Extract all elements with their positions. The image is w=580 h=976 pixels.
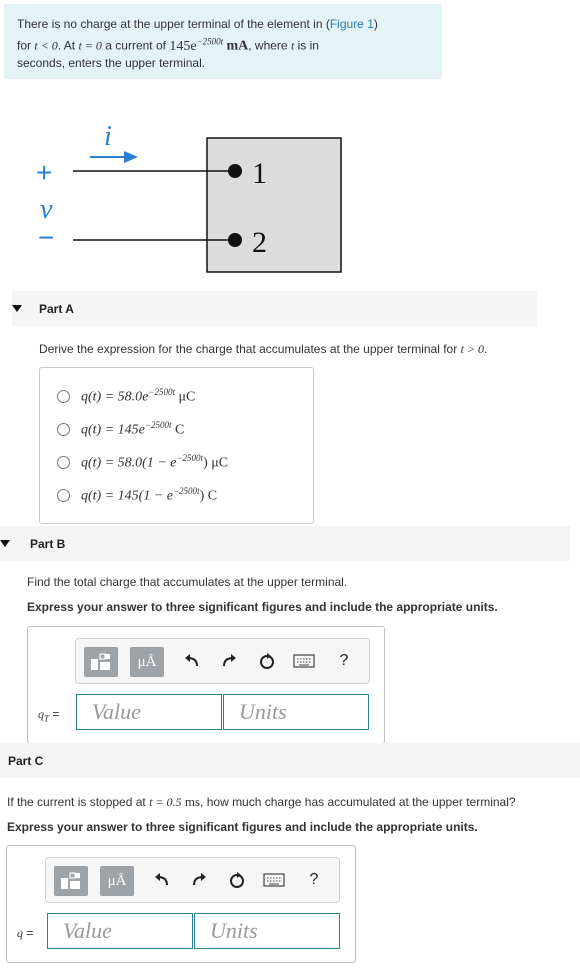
terminal-1-dot [228, 164, 242, 178]
problem-text: , where [248, 38, 288, 53]
units-input[interactable]: Units [223, 694, 369, 730]
part-c-prompt: If the current is stopped at t = 0.5 ms,… [7, 794, 516, 809]
reset-icon[interactable] [255, 649, 279, 673]
part-b-toolbar: μÅ ? [75, 638, 370, 684]
reset-icon[interactable] [225, 868, 249, 892]
part-a-choices: q(t) = 58.0e−2500t μC q(t) = 145e−2500t … [39, 367, 314, 524]
radio-button[interactable] [57, 389, 70, 403]
keyboard-icon[interactable] [262, 868, 286, 892]
part-b-header[interactable]: Part B [0, 526, 570, 561]
current-label: i [104, 121, 112, 152]
part-a-title: Part A [39, 301, 74, 316]
choice-4[interactable]: q(t) = 145(1 − e−2500t) C [57, 486, 217, 505]
help-icon[interactable]: ? [332, 649, 356, 673]
units-input[interactable]: Units [194, 913, 340, 949]
plus-sign: + [36, 157, 52, 188]
part-c-toolbar: μÅ ? [45, 857, 340, 903]
keyboard-icon[interactable] [292, 649, 316, 673]
problem-text: seconds, enters the upper terminal. [17, 55, 206, 70]
choice-2[interactable]: q(t) = 145e−2500t C [57, 420, 184, 439]
part-b-prompt: Find the total charge that accumulates a… [27, 575, 348, 589]
radio-button[interactable] [57, 488, 70, 502]
part-b-title: Part B [30, 536, 66, 551]
problem-text: There is no charge at the upper terminal… [17, 17, 330, 31]
figure-link[interactable]: Figure 1 [330, 17, 374, 31]
terminal-2-label: 2 [252, 226, 267, 259]
choice-3-label: q(t) = 58.0(1 − e−2500t) μC [81, 453, 229, 471]
templates-icon [91, 653, 110, 670]
templates-button[interactable] [84, 647, 118, 677]
part-c-header[interactable]: Part C [0, 743, 580, 778]
current-expression: 145e−2500t [169, 36, 224, 54]
choice-4-label: q(t) = 145(1 − e−2500t) C [81, 486, 218, 504]
problem-statement: There is no charge at the upper terminal… [4, 4, 442, 79]
choice-1[interactable]: q(t) = 58.0e−2500t μC [57, 387, 195, 406]
units-button[interactable]: μÅ [130, 647, 164, 677]
undo-icon[interactable] [150, 868, 174, 892]
time-variable: t [290, 38, 295, 53]
templates-icon [61, 872, 80, 889]
caret-down-icon[interactable] [0, 540, 10, 547]
part-a-header[interactable]: Part A [12, 291, 537, 326]
problem-text: ) [373, 17, 378, 31]
condition-math: t = 0 [78, 38, 102, 53]
part-a-prompt: Derive the expression for the charge tha… [39, 342, 488, 356]
problem-text: is in [297, 38, 319, 53]
terminal-2-dot [228, 233, 242, 247]
current-unit: mA [226, 38, 249, 54]
value-input[interactable]: Value [76, 694, 222, 730]
condition-math: t < 0 [34, 38, 58, 53]
choice-2-label: q(t) = 145e−2500t C [81, 420, 185, 438]
part-c-answer-box: μÅ ? q = Value Units [6, 845, 356, 963]
voltage-label: v [40, 194, 53, 225]
current-arrowhead [124, 151, 138, 163]
units-button[interactable]: μÅ [100, 866, 134, 896]
problem-text: a current of [105, 38, 166, 53]
redo-icon[interactable] [217, 649, 241, 673]
help-icon[interactable]: ? [302, 868, 326, 892]
qt-label: qT = [38, 707, 60, 724]
part-c-title: Part C [8, 753, 44, 768]
element-box [206, 137, 342, 273]
problem-text: for [17, 38, 32, 53]
choice-1-label: q(t) = 58.0e−2500t μC [81, 387, 196, 405]
part-b-instruction: Express your answer to three significant… [27, 600, 498, 614]
caret-down-icon[interactable] [12, 305, 22, 312]
terminal-1-label: 1 [252, 157, 267, 190]
part-c-instruction: Express your answer to three significant… [7, 820, 478, 834]
radio-button[interactable] [57, 455, 70, 469]
problem-text: . At [57, 38, 76, 53]
minus-sign: − [38, 222, 54, 253]
choice-3[interactable]: q(t) = 58.0(1 − e−2500t) μC [57, 453, 228, 472]
radio-button[interactable] [57, 422, 70, 436]
undo-icon[interactable] [180, 649, 204, 673]
redo-icon[interactable] [187, 868, 211, 892]
circuit-figure: i + v − 1 2 [36, 121, 342, 273]
templates-button[interactable] [54, 866, 88, 896]
q-label: q = [17, 926, 34, 940]
value-input[interactable]: Value [47, 913, 193, 949]
part-b-answer-box: μÅ ? qT = Value Units [27, 626, 385, 744]
